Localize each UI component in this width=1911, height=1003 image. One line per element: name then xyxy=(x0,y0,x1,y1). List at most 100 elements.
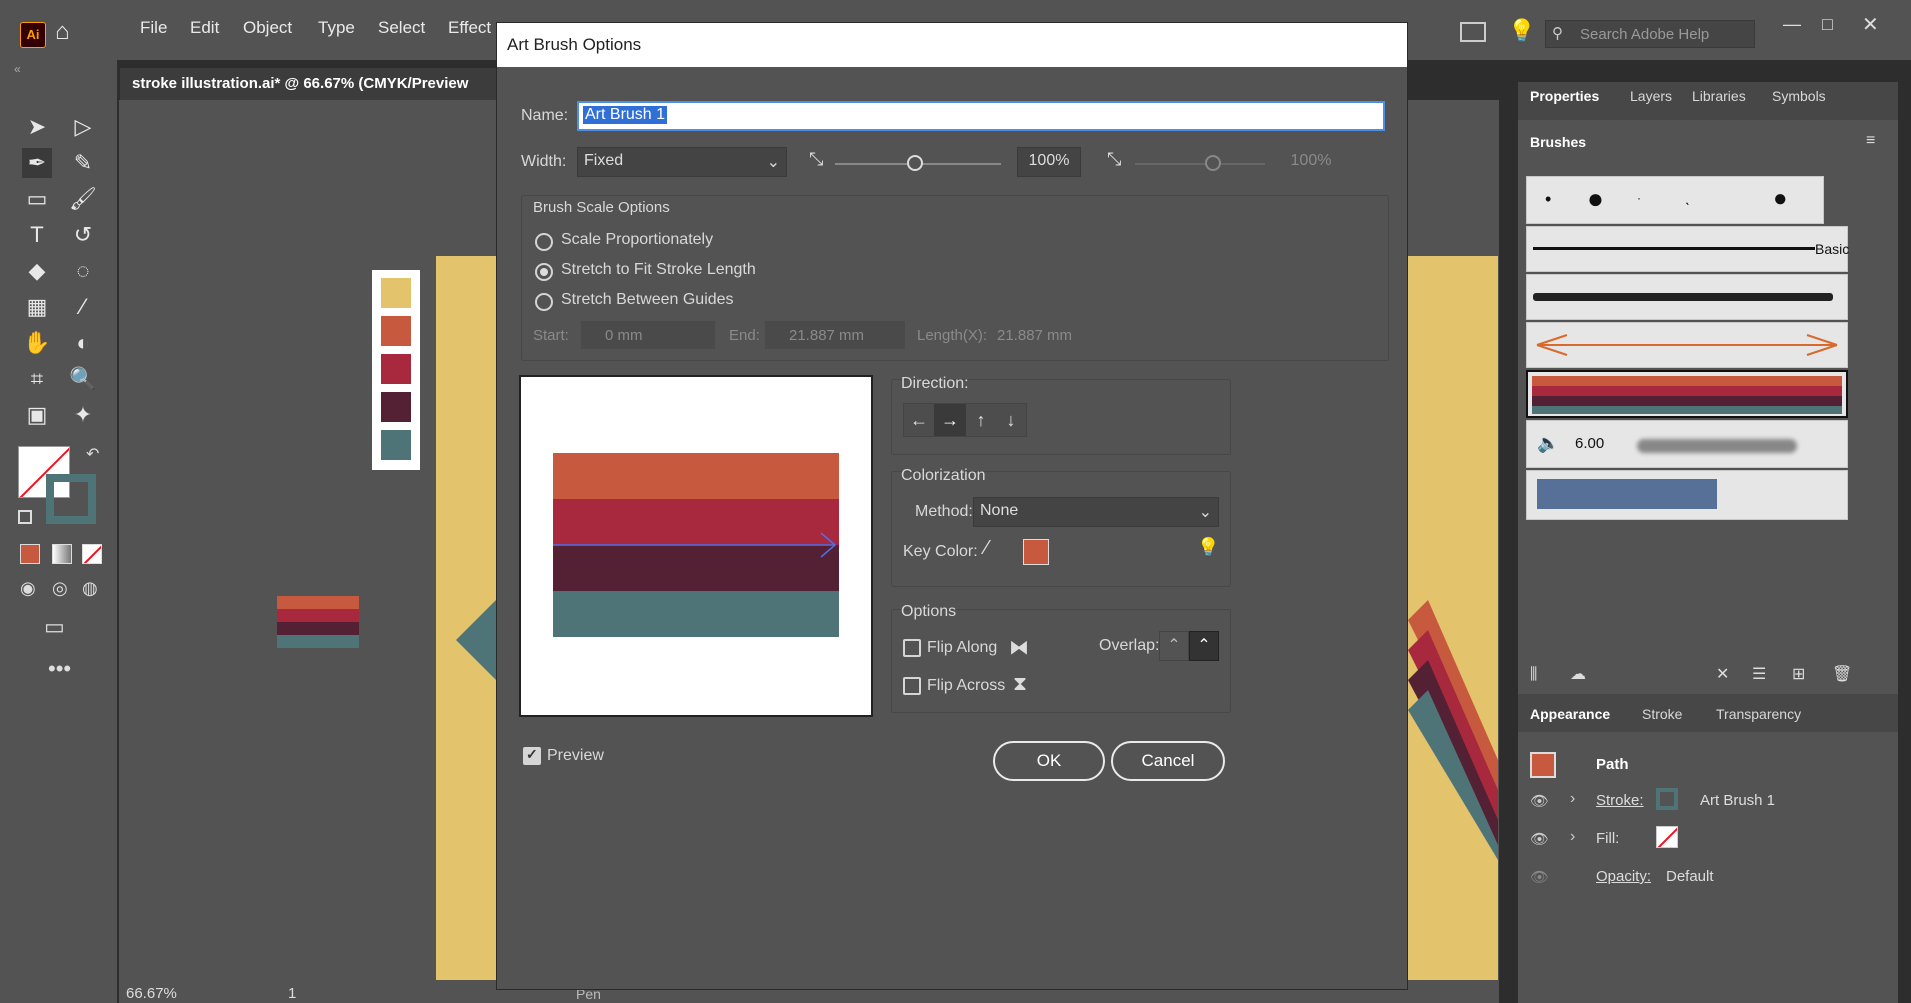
expand-fill-icon[interactable]: › xyxy=(1570,828,1575,846)
tab-symbols[interactable]: Symbols xyxy=(1772,88,1826,104)
brush-dot-2[interactable]: ● xyxy=(1587,183,1604,215)
shape-builder-icon[interactable]: ◐ xyxy=(68,328,98,358)
brush-bristle[interactable]: 🔈 6.00 xyxy=(1526,420,1848,468)
eyedropper-icon[interactable]: ⁄ xyxy=(985,537,988,560)
brush-dot-3[interactable]: · xyxy=(1637,191,1641,205)
expand-stroke-icon[interactable]: › xyxy=(1570,790,1575,808)
flip-across-label[interactable]: Flip Across xyxy=(927,677,1005,695)
brush-dot-1[interactable]: • xyxy=(1545,189,1551,210)
brush-library-icon[interactable]: ⫼ xyxy=(1530,666,1537,684)
fill-color-swatch[interactable] xyxy=(1656,826,1678,848)
type-tool-icon[interactable]: T xyxy=(22,220,52,250)
draw-behind-icon[interactable]: ◎ xyxy=(52,578,68,599)
eraser-tool-icon[interactable]: ◆ xyxy=(22,256,52,286)
close-icon[interactable]: ✕ xyxy=(1862,12,1879,37)
method-select[interactable]: None ⌄ xyxy=(973,497,1219,527)
artboard-tool-icon[interactable]: ⌗ xyxy=(22,364,52,394)
brush-art-brush-1[interactable] xyxy=(1526,370,1848,418)
gradient-tool-icon[interactable]: ▦ xyxy=(22,292,52,322)
flip-along-label[interactable]: Flip Along xyxy=(927,639,997,657)
stroke-swatch[interactable] xyxy=(46,474,96,524)
brush-charcoal[interactable] xyxy=(1526,274,1848,320)
menu-object[interactable]: Object xyxy=(243,18,292,38)
remove-brush-icon[interactable]: ✕ xyxy=(1716,664,1729,684)
tab-layers[interactable]: Layers xyxy=(1630,88,1672,104)
zoom-tool-icon[interactable]: 🔍 xyxy=(68,364,98,394)
variation-slider-track[interactable] xyxy=(1135,163,1265,165)
eye-icon-opacity[interactable]: 👁 xyxy=(1530,868,1549,886)
radio-stretch-to-fit[interactable] xyxy=(535,263,553,281)
tab-stroke[interactable]: Stroke xyxy=(1642,706,1682,722)
radio-scale-proportionately[interactable] xyxy=(535,233,553,251)
flip-along-checkbox[interactable] xyxy=(903,639,921,657)
more-tools-icon[interactable]: ••• xyxy=(48,656,71,682)
preview-label[interactable]: Preview xyxy=(547,747,604,765)
draw-inside-icon[interactable]: ◍ xyxy=(82,578,98,599)
brush-options-icon[interactable]: ☰ xyxy=(1752,664,1766,684)
screen-mode-icon[interactable]: ▭ xyxy=(44,614,65,640)
cancel-button[interactable]: Cancel xyxy=(1111,741,1225,781)
rotate-tool-icon[interactable]: ↺ xyxy=(68,220,98,250)
opacity-label[interactable]: Opacity: xyxy=(1596,868,1651,885)
workspace-icon[interactable] xyxy=(1460,22,1486,42)
live-paint-icon[interactable]: ▣ xyxy=(22,400,52,430)
flip-across-checkbox[interactable] xyxy=(903,677,921,695)
pen-tool-icon[interactable]: ✒ xyxy=(22,148,52,178)
name-field[interactable]: Art Brush 1 xyxy=(577,101,1385,131)
width-value-field[interactable]: 100% xyxy=(1017,147,1081,177)
direction-down-icon[interactable]: ↓ xyxy=(996,404,1026,436)
swap-icon[interactable]: ↶ xyxy=(86,444,99,464)
direct-selection-tool-icon[interactable]: ▷ xyxy=(68,112,98,142)
brush-arrow[interactable] xyxy=(1526,322,1848,368)
document-tab[interactable]: stroke illustration.ai* @ 66.67% (CMYK/P… xyxy=(120,68,500,100)
eye-icon-fill[interactable]: 👁 xyxy=(1530,830,1549,848)
width-select[interactable]: Fixed ⌄ xyxy=(577,147,787,177)
minimize-icon[interactable]: — xyxy=(1783,14,1801,35)
tab-libraries[interactable]: Libraries xyxy=(1692,88,1746,104)
overlap-no-adjust-icon[interactable]: ⌃ xyxy=(1189,631,1219,661)
artboard-number[interactable]: 1 xyxy=(288,985,296,1002)
menu-edit[interactable]: Edit xyxy=(190,18,219,38)
scale-proportionately-label[interactable]: Scale Proportionately xyxy=(561,231,713,249)
tab-properties[interactable]: Properties xyxy=(1530,88,1599,104)
swatch-1[interactable] xyxy=(381,278,411,308)
direction-up-icon[interactable]: ↑ xyxy=(966,404,996,436)
eyedropper-tool-icon[interactable]: ⁄ xyxy=(68,292,98,322)
direction-right-icon[interactable]: → xyxy=(934,404,966,436)
delete-brush-icon[interactable]: 🗑 xyxy=(1832,664,1852,684)
menu-effect[interactable]: Effect xyxy=(448,18,491,38)
rectangle-tool-icon[interactable]: ▭ xyxy=(22,184,52,214)
search-help-field[interactable]: ⚲ Search Adobe Help xyxy=(1545,20,1755,48)
none-mode-icon[interactable] xyxy=(82,544,102,564)
home-icon[interactable]: ⌂ xyxy=(55,18,70,46)
collapse-icon[interactable]: « xyxy=(14,62,21,76)
swatch-2[interactable] xyxy=(381,316,411,346)
ok-button[interactable]: OK xyxy=(993,741,1105,781)
color-mode-icon[interactable] xyxy=(20,544,40,564)
new-brush-icon[interactable]: ⊞ xyxy=(1792,664,1805,684)
paintbrush-tool-icon[interactable]: 🖌 xyxy=(68,184,98,214)
stroke-label[interactable]: Stroke: xyxy=(1596,792,1644,809)
draw-normal-icon[interactable]: ◉ xyxy=(20,578,36,599)
brush-dot-6[interactable]: ● xyxy=(1773,185,1788,213)
panel-menu-icon[interactable]: ≡ xyxy=(1866,132,1875,150)
preview-checkbox[interactable]: ✓ xyxy=(523,746,541,765)
gradient-mode-icon[interactable] xyxy=(52,544,72,564)
variation-slider-thumb[interactable] xyxy=(1205,155,1221,171)
warp-tool-icon[interactable]: ◌ xyxy=(68,256,98,286)
stripe-artwork[interactable] xyxy=(277,596,359,648)
tab-transparency[interactable]: Transparency xyxy=(1716,706,1801,722)
menu-type[interactable]: Type xyxy=(318,18,355,38)
magic-wand-icon[interactable]: ✦ xyxy=(68,400,98,430)
maximize-icon[interactable]: □ xyxy=(1822,14,1833,35)
blend-tool-icon[interactable]: ✋ xyxy=(22,328,52,358)
stroke-color-swatch[interactable] xyxy=(1656,788,1678,810)
menu-file[interactable]: File xyxy=(140,18,167,38)
fill-label[interactable]: Fill: xyxy=(1596,830,1619,847)
swatch-3[interactable] xyxy=(381,354,411,384)
radio-stretch-between-guides[interactable] xyxy=(535,293,553,311)
swatch-4[interactable] xyxy=(381,392,411,422)
tips-icon[interactable]: 💡 xyxy=(1197,537,1219,558)
key-color-swatch[interactable] xyxy=(1023,539,1049,565)
width-slider-thumb[interactable] xyxy=(907,155,923,171)
